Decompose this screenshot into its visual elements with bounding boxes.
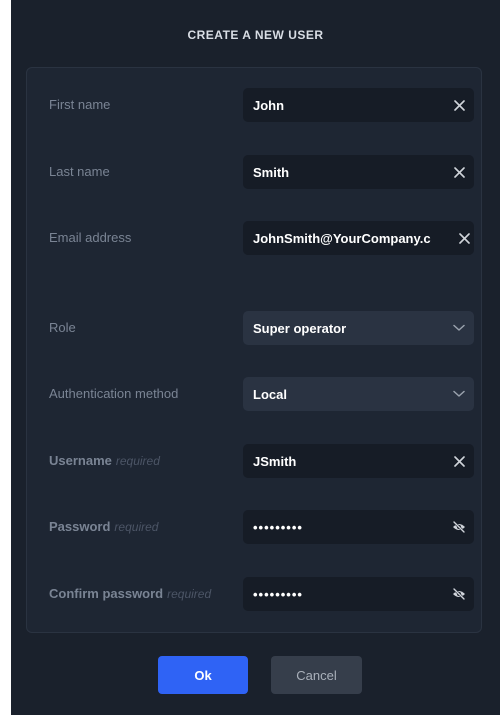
eye-off-icon[interactable] <box>444 510 474 544</box>
confirm-password-label: Confirm password required <box>49 577 211 611</box>
email-field-wrapper <box>243 221 474 255</box>
required-hint: required <box>167 587 212 601</box>
first-name-input[interactable] <box>243 88 444 122</box>
last-name-row: Last name <box>27 155 483 189</box>
ok-button[interactable]: Ok <box>158 656 248 694</box>
dialog-title: CREATE A NEW USER <box>187 28 324 42</box>
required-hint: required <box>115 454 160 468</box>
last-name-field-wrapper <box>243 155 474 189</box>
first-name-field-wrapper <box>243 88 474 122</box>
auth-method-selected-value: Local <box>253 386 287 402</box>
cancel-button[interactable]: Cancel <box>271 656 362 694</box>
close-icon[interactable] <box>444 155 474 189</box>
close-icon[interactable] <box>454 221 474 255</box>
username-row: Username required <box>27 444 483 478</box>
close-icon[interactable] <box>444 88 474 122</box>
role-label: Role <box>49 320 76 335</box>
username-label: Username required <box>49 444 160 478</box>
auth-method-label: Authentication method <box>49 386 179 401</box>
create-user-dialog: CREATE A NEW USER First name Last name <box>11 0 500 715</box>
first-name-label: First name <box>49 97 111 112</box>
last-name-label: Last name <box>49 164 110 179</box>
password-label-text: Password <box>49 519 111 534</box>
password-label: Password required <box>49 510 158 544</box>
chevron-down-icon <box>444 311 474 345</box>
username-field-wrapper <box>243 444 474 478</box>
confirm-password-input[interactable] <box>243 577 444 611</box>
email-row: Email address <box>27 221 483 255</box>
eye-off-icon[interactable] <box>444 577 474 611</box>
close-icon[interactable] <box>444 444 474 478</box>
user-form-panel: First name Last name Email address <box>26 67 482 633</box>
role-selected-value: Super operator <box>253 320 347 336</box>
role-select[interactable]: Super operator <box>243 311 474 345</box>
auth-method-row: Authentication method Local <box>27 377 483 411</box>
username-label-text: Username <box>49 453 112 468</box>
role-row: Role Super operator <box>27 311 483 345</box>
confirm-password-field-wrapper <box>243 577 474 611</box>
chevron-down-icon <box>444 377 474 411</box>
last-name-input[interactable] <box>243 155 444 189</box>
username-input[interactable] <box>243 444 444 478</box>
required-hint: required <box>114 520 159 534</box>
auth-method-select[interactable]: Local <box>243 377 474 411</box>
confirm-password-row: Confirm password required <box>27 577 483 611</box>
confirm-password-label-text: Confirm password <box>49 586 164 601</box>
first-name-row: First name <box>27 88 483 122</box>
email-label: Email address <box>49 230 132 245</box>
password-field-wrapper <box>243 510 474 544</box>
email-input[interactable] <box>243 221 454 255</box>
password-input[interactable] <box>243 510 444 544</box>
password-row: Password required <box>27 510 483 544</box>
